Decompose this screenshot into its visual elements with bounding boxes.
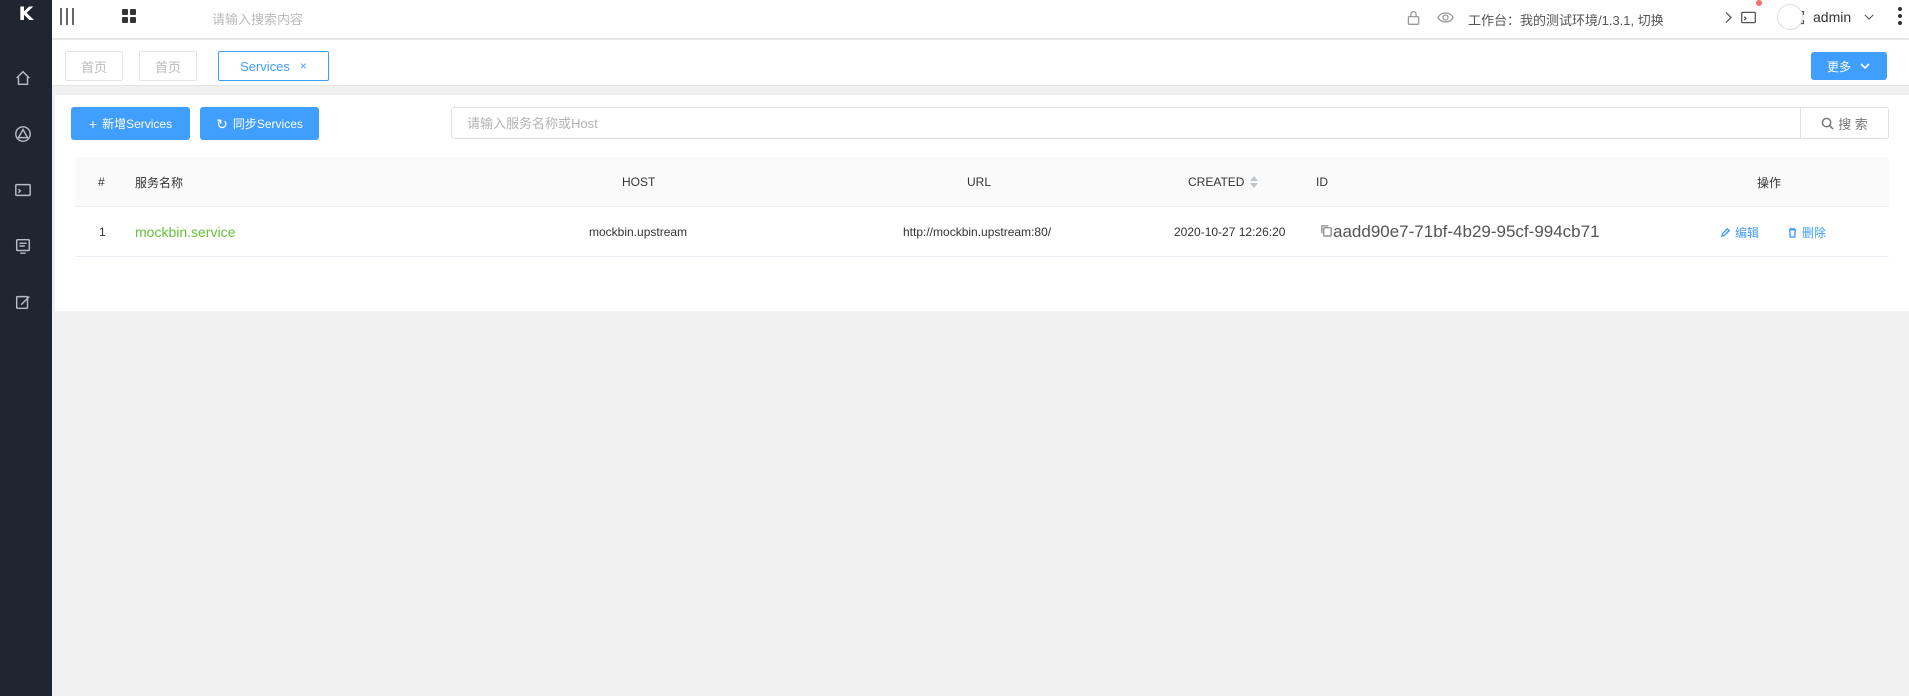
col-name: 服务名称 (135, 175, 184, 190)
search-label: 搜 索 (1838, 116, 1868, 132)
add-service-label: 新增Services (102, 117, 173, 131)
search-icon (1821, 117, 1834, 130)
more-label: 更多 (1826, 59, 1851, 74)
table-row: 1 mockbin.service mockbin.upstream http:… (75, 207, 1889, 257)
edit-link[interactable]: 编辑 (1720, 207, 1759, 257)
col-id: ID (1316, 175, 1328, 189)
service-name: mockbin.service (135, 224, 236, 240)
row-created: 2020-10-27 12:26:20 (1174, 225, 1286, 239)
tab-services[interactable]: Services × (218, 51, 329, 81)
table-header: # 服务名称 HOST URL CREATED ID 操作 (75, 157, 1889, 207)
add-service-button[interactable]: + 新增Services (71, 107, 190, 140)
terminal-icon[interactable] (13, 180, 33, 200)
row-url: http://mockbin.upstream:80/ (903, 225, 1052, 239)
sort-icon[interactable] (1250, 176, 1259, 188)
home-icon[interactable] (13, 68, 33, 88)
tabs-bar: 首页 首页 Services × 更多 (52, 40, 1909, 86)
edit-icon[interactable] (13, 292, 33, 312)
chevron-down-icon (1860, 63, 1870, 70)
terminal-notification-icon[interactable] (1740, 0, 1757, 34)
chevron-right-icon[interactable] (1720, 0, 1737, 34)
pencil-icon (1720, 227, 1731, 237)
plus-icon: + (88, 115, 98, 132)
col-ops: 操作 (1757, 175, 1782, 190)
global-search-input[interactable] (212, 9, 472, 29)
app-logo[interactable]: K (0, 0, 52, 30)
service-search-input[interactable] (451, 107, 1801, 139)
search-button[interactable]: 搜 索 (1800, 107, 1889, 139)
tab-home-2[interactable]: 首页 (139, 51, 197, 81)
row-index: 1 (99, 225, 106, 239)
col-created-label: CREATED (1188, 175, 1245, 189)
sync-service-label: 同步Services (232, 117, 303, 131)
copy-icon[interactable] (1320, 224, 1333, 240)
tab-label: 首页 (154, 59, 181, 75)
col-created[interactable]: CREATED (1188, 157, 1259, 207)
delete-link[interactable]: 删除 (1787, 207, 1826, 257)
top-bar: 工作台：我的测试环境/1.3.1, 切换 admin (52, 0, 1909, 38)
refresh-icon: ↻ (216, 115, 228, 132)
services-panel: + 新增Services ↻ 同步Services 搜 索 # 服务名称 HOS… (55, 95, 1909, 311)
avatar[interactable] (1777, 4, 1803, 30)
service-id: aadd90e7-71bf-4b29-95cf-994cb71 (1333, 222, 1600, 241)
workspace-switch[interactable]: 工作台：我的测试环境/1.3.1, 切换 (1468, 10, 1664, 29)
tab-label: 首页 (80, 59, 107, 75)
trash-icon (1788, 227, 1797, 238)
sidebar: K (0, 0, 52, 696)
close-icon[interactable]: × (300, 59, 307, 73)
service-name-link[interactable]: mockbin.service (135, 207, 235, 257)
menu-toggle-icon[interactable] (60, 8, 78, 26)
notification-badge (1756, 0, 1762, 6)
eye-icon[interactable] (1437, 0, 1454, 34)
apps-grid-icon[interactable] (122, 9, 136, 23)
monitor-icon[interactable] (13, 236, 33, 256)
chevron-down-icon[interactable] (1862, 0, 1876, 34)
more-options-icon[interactable] (1898, 7, 1902, 25)
sync-service-button[interactable]: ↻ 同步Services (200, 107, 319, 140)
user-name[interactable]: admin (1813, 9, 1851, 25)
lock-icon[interactable] (1405, 0, 1422, 34)
row-host: mockbin.upstream (589, 225, 688, 239)
col-index: # (98, 175, 105, 189)
col-url: URL (967, 175, 992, 189)
tab-label: Services (240, 58, 290, 74)
row-id: aadd90e7-71bf-4b29-95cf-994cb71 (1320, 207, 1643, 257)
tab-home[interactable]: 首页 (65, 51, 123, 81)
col-host: HOST (622, 175, 656, 189)
triangle-icon[interactable] (13, 124, 33, 144)
delete-label: 删除 (1802, 225, 1827, 240)
more-button[interactable]: 更多 (1811, 52, 1887, 80)
edit-label: 编辑 (1735, 225, 1760, 240)
